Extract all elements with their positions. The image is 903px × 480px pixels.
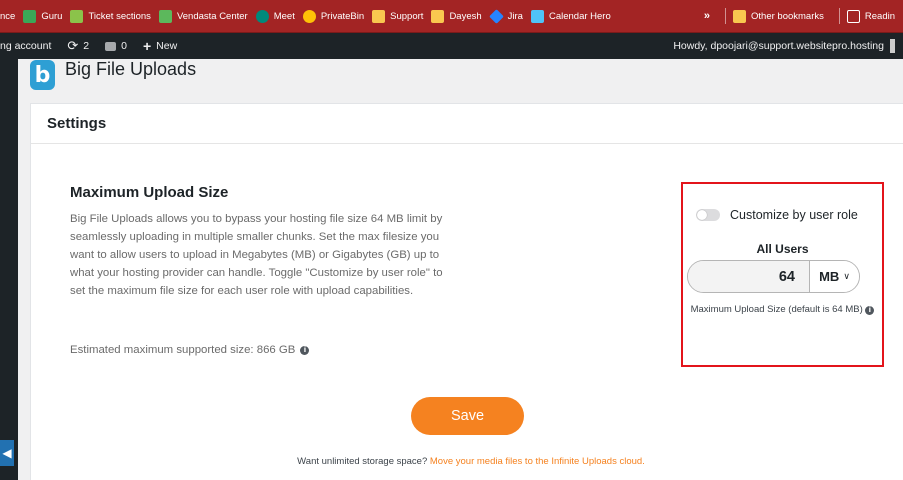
bookmark-label: nce <box>0 10 16 22</box>
footer-text: Want unlimited storage space? <box>297 456 428 467</box>
bookmark-item[interactable]: nce <box>0 11 23 22</box>
bookmark-item[interactable]: Vendasta Center <box>158 9 256 23</box>
reading-list[interactable]: Readin <box>846 9 903 23</box>
ticket-icon <box>70 9 84 23</box>
bookmark-label: Other bookmarks <box>751 10 824 22</box>
bookmarks-bar: nce Guru Ticket sections Vendasta Center… <box>0 0 903 33</box>
info-icon[interactable]: i <box>300 345 310 355</box>
divider <box>838 8 840 24</box>
bookmark-label: Meet <box>273 10 295 22</box>
bookmark-label: Readin <box>864 10 895 22</box>
meet-icon <box>255 9 269 23</box>
bookmark-item[interactable]: PrivateBin <box>302 9 372 23</box>
comments-link[interactable]: 0 <box>105 40 127 52</box>
max-upload-size-input[interactable] <box>688 261 809 292</box>
page-title: Big File Uploads <box>65 59 197 79</box>
highlighted-settings-panel: Customize by user role All Users MB ∨ Ma… <box>681 182 884 367</box>
howdy-text: Howdy, dpoojari@support.websitepro.hosti… <box>673 40 884 52</box>
jira-icon <box>488 8 504 24</box>
bookmark-label: Calendar Hero <box>548 10 611 22</box>
bookmark-label: Jira <box>507 10 523 22</box>
bookmark-item[interactable]: Support <box>372 9 431 23</box>
estimated-size-text: Estimated maximum supported size: 866 GB <box>70 344 296 356</box>
bookmarks-overflow-button[interactable]: » <box>696 10 718 22</box>
account-link[interactable]: ng account <box>0 40 51 52</box>
admin-menu-collapsed <box>0 59 18 480</box>
bookmark-item[interactable]: Jira <box>488 8 531 24</box>
unit-label: MB <box>819 269 840 284</box>
account-label: ng account <box>0 40 52 52</box>
new-label: New <box>156 40 178 52</box>
bookmark-item[interactable]: Meet <box>255 9 303 23</box>
infinite-uploads-link[interactable]: Move your media files to the Infinite Up… <box>430 456 645 467</box>
user-menu[interactable]: Howdy, dpoojari@support.websitepro.hosti… <box>673 33 895 59</box>
bookmark-label: PrivateBin <box>320 10 365 22</box>
bookmark-item[interactable]: Ticket sections <box>70 9 158 23</box>
comment-icon <box>105 41 117 51</box>
customize-by-role-row: Customize by user role <box>696 208 858 222</box>
big-file-uploads-logo-icon: b <box>30 60 55 90</box>
save-button[interactable]: Save <box>411 397 524 435</box>
plus-icon: + <box>142 38 152 54</box>
new-link[interactable]: + New <box>143 38 177 54</box>
all-users-label: All Users <box>756 242 809 256</box>
upload-size-control: MB ∨ <box>687 260 860 293</box>
folder-icon <box>372 9 386 23</box>
bookmark-item[interactable]: Dayesh <box>431 9 489 23</box>
section-description: Big File Uploads allows you to bypass yo… <box>70 213 443 297</box>
footer-note: Want unlimited storage space? Move your … <box>31 456 903 467</box>
hint-text: Maximum Upload Size (default is 64 MB) <box>690 304 863 315</box>
bookmark-item[interactable]: Calendar Hero <box>530 9 619 23</box>
chevron-down-icon: ∨ <box>843 271 850 281</box>
estimated-size: Estimated maximum supported size: 866 GB… <box>70 344 310 356</box>
avatar <box>890 39 895 53</box>
bookmark-label: Dayesh <box>449 10 482 22</box>
other-bookmarks[interactable]: Other bookmarks <box>733 9 832 23</box>
main-content: b Big File Uploads Settings Maximum Uplo… <box>18 59 903 480</box>
guru-icon <box>23 9 37 23</box>
calendar-hero-icon <box>530 9 544 23</box>
divider <box>725 8 727 24</box>
settings-card: Settings Maximum Upload Size Big File Up… <box>30 103 903 480</box>
folder-icon <box>431 9 445 23</box>
updates-icon: ⟳ <box>67 38 79 53</box>
toggle-knob <box>697 210 707 220</box>
folder-icon <box>733 9 747 23</box>
updates-link[interactable]: ⟳ 2 <box>67 38 89 54</box>
upload-size-hint: Maximum Upload Size (default is 64 MB) i <box>683 301 882 318</box>
reading-list-icon <box>846 9 860 23</box>
card-header: Settings <box>31 104 903 144</box>
info-icon[interactable]: i <box>865 306 875 315</box>
vendasta-icon <box>158 9 172 23</box>
section-title: Maximum Upload Size <box>70 184 229 201</box>
bookmark-label: Guru <box>41 10 63 22</box>
admin-bar: ng account ⟳ 2 0 + New Howdy, dpoojari@sup… <box>0 33 903 59</box>
bookmark-item[interactable]: Guru <box>23 9 70 23</box>
bookmark-label: Vendasta Center <box>176 10 248 22</box>
bookmark-label: Ticket sections <box>88 10 151 22</box>
privatebin-icon <box>302 9 316 23</box>
collapse-arrow-icon[interactable]: ◀ <box>0 440 14 466</box>
unit-select[interactable]: MB ∨ <box>809 261 859 292</box>
customize-by-role-toggle[interactable] <box>696 209 720 221</box>
toggle-label: Customize by user role <box>730 208 858 222</box>
comments-count: 0 <box>121 40 127 52</box>
bookmark-label: Support <box>390 10 424 22</box>
updates-count: 2 <box>83 40 90 52</box>
